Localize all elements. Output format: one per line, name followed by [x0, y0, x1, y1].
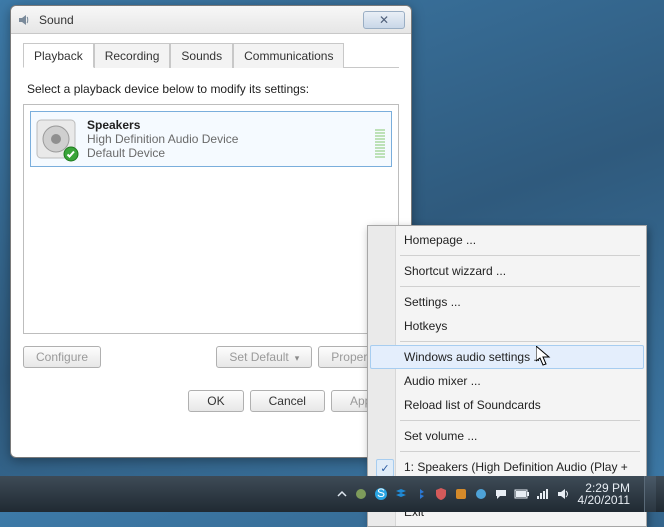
instruction-text: Select a playback device below to modify…: [23, 68, 399, 104]
menu-shortcut-wizard[interactable]: Shortcut wizzard ...: [370, 259, 644, 283]
device-name: Speakers: [87, 118, 238, 132]
tab-sounds[interactable]: Sounds: [170, 43, 233, 68]
clock-date: 4/20/2011: [578, 494, 631, 506]
tray-dropbox-icon[interactable]: [394, 487, 408, 501]
tray-app2-icon[interactable]: [474, 487, 488, 501]
menu-set-volume[interactable]: Set volume ...: [370, 424, 644, 448]
menu-separator: [400, 255, 640, 256]
menu-separator: [400, 451, 640, 452]
speaker-icon: [17, 12, 33, 28]
show-desktop-button[interactable]: [644, 476, 656, 512]
svg-text:S: S: [376, 487, 384, 500]
menu-hotkeys[interactable]: Hotkeys: [370, 314, 644, 338]
dialog-title: Sound: [39, 13, 74, 27]
check-icon: ✓: [376, 459, 394, 477]
close-icon: ✕: [379, 13, 389, 27]
tray-app-icon[interactable]: [354, 487, 368, 501]
tray-bluetooth-icon[interactable]: [414, 487, 428, 501]
tray-chevron-icon[interactable]: [336, 488, 348, 500]
device-list[interactable]: Speakers High Definition Audio Device De…: [23, 104, 399, 334]
taskbar[interactable]: S 2:29 PM 4/20/2011: [0, 476, 664, 512]
ok-button[interactable]: OK: [188, 390, 243, 412]
set-default-button[interactable]: Set Default: [216, 346, 312, 368]
tab-recording[interactable]: Recording: [94, 43, 171, 68]
device-sub1: High Definition Audio Device: [87, 132, 238, 146]
dialog-footer: OK Cancel Apply: [11, 390, 411, 424]
device-row-speakers[interactable]: Speakers High Definition Audio Device De…: [30, 111, 392, 167]
menu-settings[interactable]: Settings ...: [370, 290, 644, 314]
device-sub2: Default Device: [87, 146, 238, 160]
speaker-device-icon: [35, 118, 77, 160]
sound-dialog: Sound ✕ Playback Recording Sounds Commun…: [10, 5, 412, 458]
menu-separator: [400, 286, 640, 287]
tab-strip: Playback Recording Sounds Communications: [23, 42, 399, 68]
taskbar-clock[interactable]: 2:29 PM 4/20/2011: [578, 482, 631, 506]
close-button[interactable]: ✕: [363, 11, 405, 29]
tab-playback[interactable]: Playback: [23, 43, 94, 68]
menu-reload-soundcards[interactable]: Reload list of Soundcards: [370, 393, 644, 417]
system-tray[interactable]: S: [336, 487, 570, 501]
device-text: Speakers High Definition Audio Device De…: [87, 118, 238, 160]
default-check-icon: [63, 146, 79, 162]
menu-windows-audio-settings[interactable]: Windows audio settings ...: [370, 345, 644, 369]
volume-meter-icon: [373, 118, 387, 160]
tray-battery-icon[interactable]: [514, 488, 530, 500]
tray-chat-icon[interactable]: [494, 487, 508, 501]
menu-separator: [400, 420, 640, 421]
tray-skype-icon[interactable]: S: [374, 487, 388, 501]
menu-separator: [400, 341, 640, 342]
menu-audio-mixer[interactable]: Audio mixer ...: [370, 369, 644, 393]
cancel-button[interactable]: Cancel: [250, 390, 325, 412]
menu-homepage[interactable]: Homepage ...: [370, 228, 644, 252]
tray-volume-icon[interactable]: [556, 487, 570, 501]
tray-antivirus-icon[interactable]: [454, 487, 468, 501]
configure-button[interactable]: Configure: [23, 346, 101, 368]
tray-network-icon[interactable]: [536, 488, 550, 500]
tab-communications[interactable]: Communications: [233, 43, 344, 68]
button-row: Configure Set Default Properties: [23, 346, 399, 368]
titlebar[interactable]: Sound ✕: [11, 6, 411, 34]
tray-shield-icon[interactable]: [434, 487, 448, 501]
